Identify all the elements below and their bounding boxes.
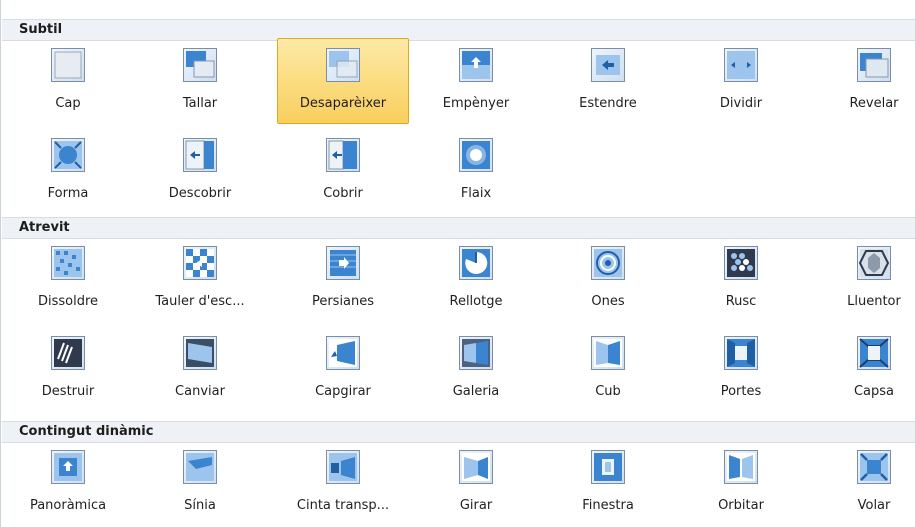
ripple-transition-icon <box>591 246 625 280</box>
fade-transition-icon <box>326 48 360 82</box>
blinds-transition-icon <box>326 246 360 280</box>
transition-tile-gallery[interactable]: Galeria <box>410 326 542 412</box>
transition-tile-checkerboard[interactable]: Tauler d'esc... <box>134 236 266 322</box>
uncover-transition-icon <box>183 138 217 172</box>
transition-tile-honeycomb[interactable]: Rusc <box>675 236 807 322</box>
transition-label: Dissoldre <box>37 294 99 309</box>
transition-tile-cube[interactable]: Cub <box>542 326 674 412</box>
transition-label: Volar <box>857 498 891 513</box>
transition-tile-fade[interactable]: Desaparèixer <box>277 38 409 124</box>
none-transition-icon <box>51 48 85 82</box>
transition-label: Canviar <box>175 384 225 399</box>
transition-label: Cap <box>55 96 81 111</box>
cut-transition-icon <box>183 48 217 82</box>
transition-tile-orbit[interactable]: Orbitar <box>675 440 807 526</box>
transition-label: Galeria <box>452 384 500 399</box>
transition-tile-wipe[interactable]: Estendre <box>542 38 674 124</box>
transition-tile-uncover[interactable]: Descobrir <box>134 128 266 214</box>
dissolve-transition-icon <box>51 246 85 280</box>
split-transition-icon <box>724 48 758 82</box>
transition-tile-window[interactable]: Finestra <box>542 440 674 526</box>
transition-tile-shred[interactable]: Destruir <box>2 326 134 412</box>
transition-tile-cover[interactable]: Cobrir <box>277 128 409 214</box>
transition-label: Destruir <box>41 384 95 399</box>
pan-transition-icon <box>51 450 85 484</box>
transition-label: Cobrir <box>323 186 363 201</box>
transition-label: Desaparèixer <box>299 96 387 111</box>
transition-tile-box[interactable]: Capsa <box>808 326 915 412</box>
push-transition-icon <box>459 48 493 82</box>
transition-tile-flip[interactable]: Capgirar <box>277 326 409 412</box>
glitter-transition-icon <box>857 246 891 280</box>
orbit-transition-icon <box>724 450 758 484</box>
transition-tile-glitter[interactable]: Lluentor <box>808 236 915 322</box>
transition-label: Lluentor <box>847 294 901 309</box>
transition-label: Finestra <box>582 498 634 513</box>
transition-tile-rotate[interactable]: Girar <box>410 440 542 526</box>
reveal-transition-icon <box>857 48 891 82</box>
transition-tile-conveyor[interactable]: Cinta transp... <box>277 440 409 526</box>
doors-transition-icon <box>724 336 758 370</box>
gallery-transition-icon <box>459 336 493 370</box>
wipe-transition-icon <box>591 48 625 82</box>
transition-label: Descobrir <box>168 186 232 201</box>
conveyor-transition-icon <box>326 450 360 484</box>
transition-label: Forma <box>47 186 89 201</box>
shred-transition-icon <box>51 336 85 370</box>
flash-transition-icon <box>459 138 493 172</box>
transition-tile-clock[interactable]: Rellotge <box>410 236 542 322</box>
cover-transition-icon <box>326 138 360 172</box>
transition-tile-blinds[interactable]: Persianes <box>277 236 409 322</box>
transition-tile-ferris-wheel[interactable]: Sínia <box>134 440 266 526</box>
honeycomb-transition-icon <box>724 246 758 280</box>
transition-label: Panoràmica <box>29 498 107 513</box>
transition-label: Revelar <box>849 96 899 111</box>
ferris-wheel-transition-icon <box>183 450 217 484</box>
transition-tile-none[interactable]: Cap <box>2 38 134 124</box>
transition-label: Tallar <box>182 96 218 111</box>
window-transition-icon <box>591 450 625 484</box>
transition-label: Portes <box>720 384 762 399</box>
fly-through-transition-icon <box>857 450 891 484</box>
transition-label: Sínia <box>184 498 216 513</box>
shape-transition-icon <box>51 138 85 172</box>
transition-tile-pan[interactable]: Panoràmica <box>2 440 134 526</box>
transition-label: Capsa <box>853 384 895 399</box>
transition-tile-doors[interactable]: Portes <box>675 326 807 412</box>
transition-label: Rellotge <box>449 294 503 309</box>
transition-tile-flash[interactable]: Flaix <box>410 128 542 214</box>
transition-label: Flaix <box>460 186 492 201</box>
transition-label: Dividir <box>719 96 763 111</box>
transition-tile-reveal[interactable]: Revelar <box>808 38 915 124</box>
transition-tile-fly-through[interactable]: Volar <box>808 440 915 526</box>
transition-tile-shape[interactable]: Forma <box>2 128 134 214</box>
transition-tile-push[interactable]: Empènyer <box>410 38 542 124</box>
transition-tile-dissolve[interactable]: Dissoldre <box>2 236 134 322</box>
transition-tile-ripple[interactable]: Ones <box>542 236 674 322</box>
box-transition-icon <box>857 336 891 370</box>
transition-label: Cinta transp... <box>296 498 390 513</box>
transition-label: Ones <box>591 294 625 309</box>
transition-label: Rusc <box>725 294 757 309</box>
checkerboard-transition-icon <box>183 246 217 280</box>
transition-label: Estendre <box>579 96 637 111</box>
transition-tile-cut[interactable]: Tallar <box>134 38 266 124</box>
transition-label: Capgirar <box>315 384 371 399</box>
transition-label: Orbitar <box>718 498 764 513</box>
transition-tile-switch[interactable]: Canviar <box>134 326 266 412</box>
transition-label: Tauler d'esc... <box>155 294 245 309</box>
clock-transition-icon <box>459 246 493 280</box>
cube-transition-icon <box>591 336 625 370</box>
flip-transition-icon <box>326 336 360 370</box>
transition-label: Empènyer <box>442 96 510 111</box>
transition-label: Cub <box>595 384 621 399</box>
rotate-transition-icon <box>459 450 493 484</box>
transition-tile-split[interactable]: Dividir <box>675 38 807 124</box>
switch-transition-icon <box>183 336 217 370</box>
transition-label: Girar <box>459 498 493 513</box>
transition-label: Persianes <box>311 294 375 309</box>
